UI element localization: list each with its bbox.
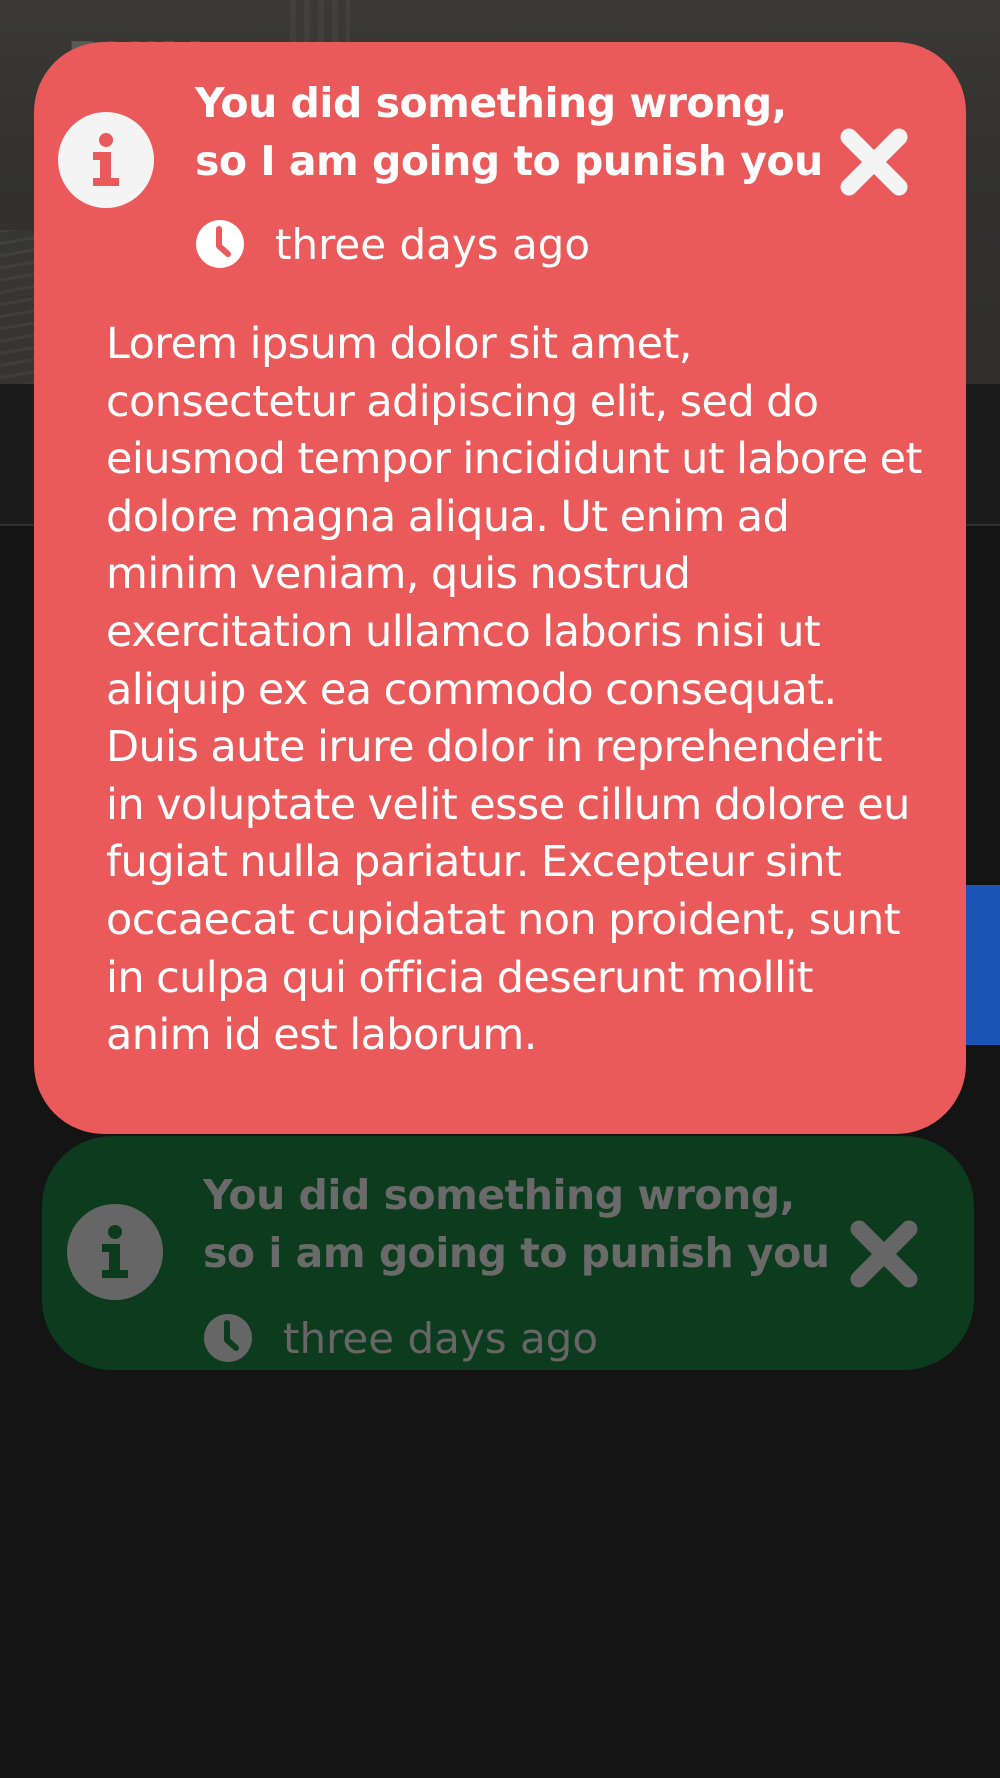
timestamp-text: three days ago: [275, 219, 591, 269]
toast-title: You did something wrong, so I am going t…: [195, 79, 823, 185]
timestamp-text: three days ago: [283, 1313, 599, 1363]
toast-title: You did something wrong, so i am going t…: [203, 1171, 830, 1277]
toast-message: Lorem ipsum dolor sit amet, consectetur …: [106, 319, 922, 1061]
info-icon: [58, 112, 154, 208]
close-icon: [840, 128, 908, 196]
toast-timestamp: three days ago: [203, 1308, 598, 1368]
close-button[interactable]: [834, 122, 914, 202]
toast-timestamp: three days ago: [195, 214, 590, 274]
clock-icon: [203, 1313, 253, 1363]
close-icon: [850, 1220, 918, 1288]
close-button[interactable]: [844, 1214, 924, 1294]
clock-icon: [195, 219, 245, 269]
error-toast: You did something wrong, so I am going t…: [34, 42, 966, 1134]
info-icon: [67, 1204, 163, 1300]
success-toast: You did something wrong, so i am going t…: [42, 1136, 974, 1370]
